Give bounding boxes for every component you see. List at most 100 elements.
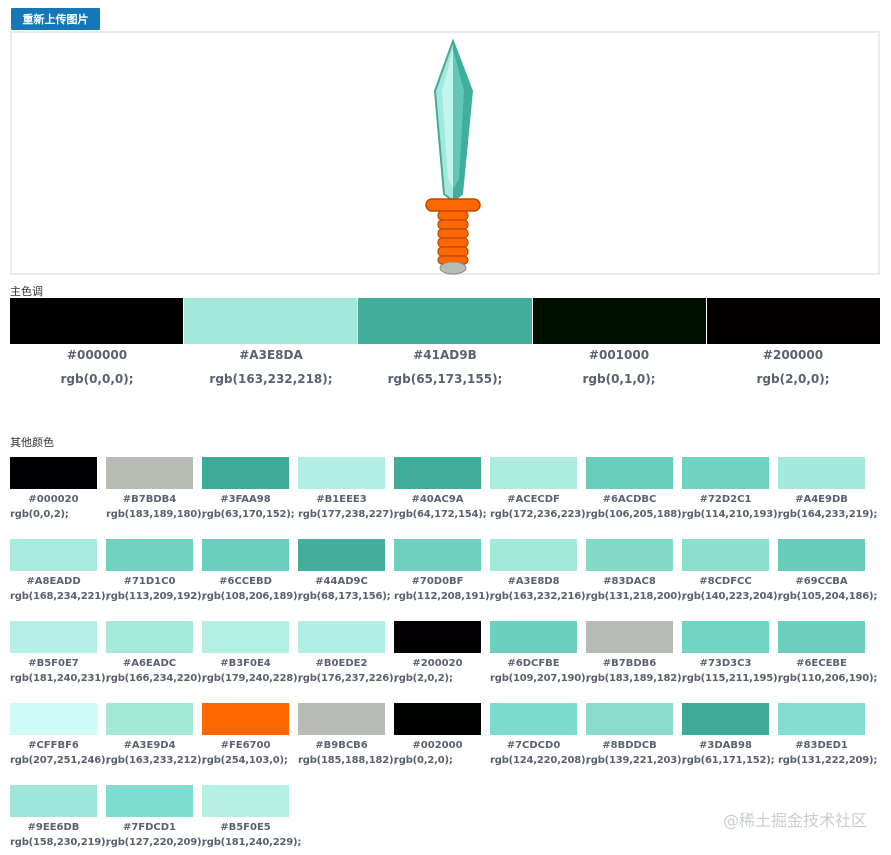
other-color-hex: #000020	[28, 494, 79, 505]
other-color-item: #000020 rgb(0,0,2);	[10, 457, 106, 521]
watermark: @稀土掘金技术社区	[722, 811, 867, 830]
other-color-rgb: rgb(185,188,182);	[298, 755, 398, 766]
other-color-swatch	[490, 703, 577, 735]
other-color-rgb: rgb(108,206,189);	[202, 591, 302, 602]
other-color-item: #6ACDBC rgb(106,205,188);	[586, 457, 686, 521]
other-color-rgb: rgb(127,220,209);	[106, 837, 206, 848]
other-color-item: #6DCFBE rgb(109,207,190);	[490, 621, 590, 685]
other-color-rgb: rgb(181,240,229);	[202, 837, 302, 848]
other-color-swatch	[778, 457, 865, 489]
other-color-hex: #40AC9A	[411, 494, 464, 505]
reupload-image-button[interactable]: 重新上传图片	[11, 8, 100, 30]
other-color-swatch	[682, 621, 769, 653]
other-color-swatch	[202, 785, 289, 817]
other-color-item: #CFFBF6 rgb(207,251,246);	[10, 703, 110, 767]
other-color-rgb: rgb(0,2,0);	[394, 755, 453, 766]
other-color-swatch	[394, 457, 481, 489]
other-color-hex: #A3E9D4	[123, 740, 176, 751]
other-color-hex: #FE6700	[220, 740, 271, 751]
other-color-item: #69CCBA rgb(105,204,186);	[778, 539, 878, 603]
other-color-rgb: rgb(64,172,154);	[394, 509, 487, 520]
other-color-swatch	[682, 457, 769, 489]
other-color-rgb: rgb(109,207,190);	[490, 673, 590, 684]
other-color-rgb: rgb(176,237,226);	[298, 673, 398, 684]
other-color-rgb: rgb(106,205,188);	[586, 509, 686, 520]
other-color-swatch	[106, 457, 193, 489]
other-color-item: #ACECDF rgb(172,236,223);	[490, 457, 590, 521]
other-color-item: #6CCEBD rgb(108,206,189);	[202, 539, 302, 603]
main-color-labels: #000000 rgb(0,0,0); #A3E8DA rgb(163,232,218…	[10, 348, 880, 386]
other-color-item: #7CDCD0 rgb(124,220,208);	[490, 703, 589, 767]
other-color-item: #3FAA98 rgb(63,170,152);	[202, 457, 298, 521]
main-color-rgb: rgb(163,232,218);	[209, 372, 333, 386]
other-color-swatch	[490, 539, 577, 571]
main-color-strip	[10, 298, 881, 344]
other-color-item: #7FDCD1 rgb(127,220,209);	[106, 785, 206, 849]
other-color-item: #B1EEE3 rgb(177,238,227);	[298, 457, 397, 521]
other-color-hex: #6DCFBE	[507, 658, 560, 669]
other-color-hex: #73D3C3	[699, 658, 752, 669]
other-color-hex: #A3E8D8	[507, 576, 560, 587]
other-color-hex: #200020	[412, 658, 463, 669]
other-color-item: #8CDFCC rgb(140,223,204);	[682, 539, 781, 603]
other-color-hex: #CFFBF6	[28, 740, 79, 751]
other-color-rgb: rgb(139,221,203);	[586, 755, 686, 766]
other-color-swatch	[10, 785, 97, 817]
other-color-hex: #A8EADD	[26, 576, 81, 587]
other-color-hex: #3FAA98	[220, 494, 271, 505]
other-color-hex: #83DAC8	[603, 576, 656, 587]
other-color-swatch	[10, 539, 97, 571]
other-color-swatch	[586, 457, 673, 489]
image-preview	[10, 31, 880, 275]
other-color-hex: #72D2C1	[699, 494, 752, 505]
main-color-hex: #200000	[762, 348, 824, 362]
other-color-hex: #7CDCD0	[506, 740, 561, 751]
other-color-hex: #B7BDB4	[122, 494, 177, 505]
other-color-swatch	[394, 621, 481, 653]
other-color-rgb: rgb(105,204,186);	[778, 591, 878, 602]
other-color-hex: #B5F0E7	[28, 658, 79, 669]
main-color-label: #41AD9B rgb(65,173,155);	[358, 348, 532, 386]
other-color-swatch	[586, 703, 673, 735]
other-color-rgb: rgb(68,173,156);	[298, 591, 391, 602]
other-color-swatch	[682, 703, 769, 735]
other-color-rgb: rgb(163,233,212);	[106, 755, 206, 766]
other-color-rgb: rgb(61,171,152);	[682, 755, 775, 766]
other-color-rgb: rgb(207,251,246);	[10, 755, 110, 766]
other-color-rgb: rgb(183,189,182);	[586, 673, 686, 684]
other-color-rgb: rgb(183,189,180);	[106, 509, 206, 520]
other-color-item: #A8EADD rgb(168,234,221);	[10, 539, 109, 603]
other-color-swatch	[106, 703, 193, 735]
other-color-swatch	[490, 457, 577, 489]
other-color-item: #A3E9D4 rgb(163,233,212);	[106, 703, 206, 767]
sword-image	[425, 39, 481, 275]
other-color-item: #70D0BF rgb(112,208,191);	[394, 539, 493, 603]
other-color-hex: #9EE6DB	[27, 822, 80, 833]
other-color-rgb: rgb(166,234,220);	[106, 673, 206, 684]
other-color-swatch	[202, 457, 289, 489]
other-color-item: #3DAB98 rgb(61,171,152);	[682, 703, 778, 767]
other-color-swatch	[778, 703, 865, 735]
other-color-swatch	[10, 457, 97, 489]
other-color-swatch	[586, 539, 673, 571]
main-color-hex: #001000	[588, 348, 650, 362]
main-colors-title: 主色调	[10, 285, 43, 298]
other-color-item: #8BDDCB rgb(139,221,203);	[586, 703, 686, 767]
other-color-hex: #6ACDBC	[602, 494, 657, 505]
main-color-rgb: rgb(0,1,0);	[582, 372, 656, 386]
other-color-hex: #002000	[412, 740, 463, 751]
other-color-item: #A6EADC rgb(166,234,220);	[106, 621, 206, 685]
other-color-hex: #8BDDCB	[602, 740, 657, 751]
other-color-swatch	[586, 621, 673, 653]
other-color-hex: #B5F0E5	[220, 822, 271, 833]
other-color-item: #002000 rgb(0,2,0);	[394, 703, 490, 767]
main-color-label: #200000 rgb(2,0,0);	[706, 348, 880, 386]
other-color-rgb: rgb(172,236,223);	[490, 509, 590, 520]
other-color-item: #71D1C0 rgb(113,209,192);	[106, 539, 205, 603]
other-color-swatch	[394, 539, 481, 571]
other-color-item: #A3E8D8 rgb(163,232,216);	[490, 539, 589, 603]
other-color-hex: #ACECDF	[507, 494, 560, 505]
other-color-swatch	[298, 457, 385, 489]
other-color-swatch	[202, 539, 289, 571]
other-color-hex: #69CCBA	[795, 576, 848, 587]
